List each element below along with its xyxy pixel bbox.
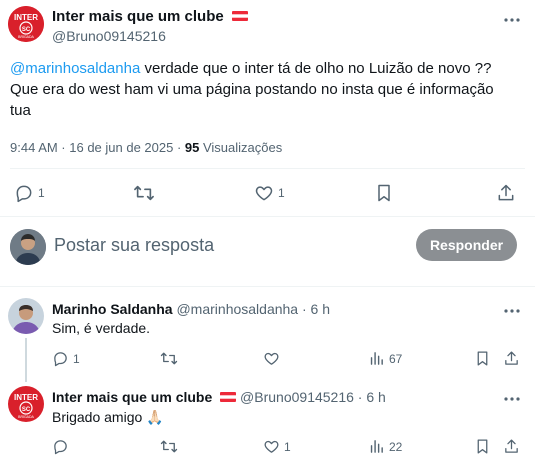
author-avatar[interactable]: INTER SC BRIGADA <box>8 6 44 42</box>
reply-icon <box>14 183 34 203</box>
mention-link[interactable]: @marinhosaldanha <box>10 60 140 77</box>
divider <box>0 216 535 217</box>
reply-input[interactable]: Postar sua resposta <box>54 235 394 256</box>
user-avatar[interactable] <box>10 229 46 265</box>
reply-count: 1 <box>73 351 80 366</box>
thread-line <box>25 338 27 382</box>
reply-author-handle[interactable]: @Bruno09145216 · 6 h <box>240 389 386 405</box>
heart-icon <box>254 183 274 203</box>
svg-text:INTER: INTER <box>14 393 38 402</box>
bookmark-icon[interactable] <box>474 438 491 455</box>
reply-button[interactable]: Responder <box>416 229 517 261</box>
repost-icon[interactable] <box>160 438 178 455</box>
reply-author-name[interactable]: Marinho Saldanha <box>52 301 173 317</box>
divider <box>0 286 535 287</box>
author-name[interactable]: Inter mais que um clube <box>52 8 248 25</box>
reply-action[interactable]: 1 <box>14 183 45 203</box>
svg-text:BRIGADA: BRIGADA <box>18 35 34 39</box>
bookmark-icon[interactable] <box>374 183 394 203</box>
repost-icon[interactable] <box>160 350 178 367</box>
svg-text:BRIGADA: BRIGADA <box>18 415 34 419</box>
heart-icon <box>263 438 280 455</box>
svg-text:SC: SC <box>22 407 31 413</box>
author-handle[interactable]: @Bruno09145216 <box>52 28 166 44</box>
reply-text: Sim, é verdade. <box>52 320 151 336</box>
timestamp[interactable]: 9:44 AM · 16 de jun de 2025 · <box>10 140 185 155</box>
reply-author-handle[interactable]: @marinhosaldanha · 6 h <box>176 301 330 317</box>
repost-icon[interactable] <box>133 183 155 203</box>
more-options-icon[interactable] <box>502 301 522 321</box>
analytics-icon <box>368 438 385 455</box>
share-icon[interactable] <box>503 438 520 455</box>
svg-text:SC: SC <box>22 27 31 33</box>
reply-text: Brigado amigo 🙏🏻 <box>52 409 164 425</box>
post-metadata: 9:44 AM · 16 de jun de 2025 · 95 Visuali… <box>10 140 282 155</box>
reply-avatar[interactable] <box>8 298 44 334</box>
reply-action[interactable]: 1 <box>52 350 80 367</box>
reply-author-name[interactable]: Inter mais que um clube <box>52 389 212 405</box>
like-action[interactable]: 1 <box>263 438 291 455</box>
heart-icon[interactable] <box>263 350 280 367</box>
more-options-icon[interactable] <box>502 389 522 409</box>
divider <box>10 168 525 169</box>
views-count: 22 <box>389 439 403 454</box>
austria-flag-icon <box>220 389 237 402</box>
more-options-icon[interactable] <box>502 10 522 30</box>
analytics-icon <box>368 350 385 367</box>
like-action[interactable]: 1 <box>254 183 285 203</box>
share-icon[interactable] <box>503 350 520 367</box>
austria-flag-icon <box>231 8 248 21</box>
views-action[interactable]: 22 <box>368 438 402 455</box>
post-text: @marinhosaldanha verdade que o inter tá … <box>10 60 494 119</box>
svg-text:INTER: INTER <box>14 13 38 22</box>
reply-avatar[interactable]: INTER SC BRIGADA <box>8 386 44 422</box>
reply-icon <box>52 350 69 367</box>
reply-header: Marinho Saldanha @marinhosaldanha · 6 h <box>52 301 330 317</box>
views-count: 67 <box>389 351 403 366</box>
views-action[interactable]: 67 <box>368 350 402 367</box>
reply-count: 1 <box>38 186 45 200</box>
like-count: 1 <box>284 439 291 454</box>
reply-icon[interactable] <box>52 438 69 455</box>
views-label: Visualizações <box>199 140 283 155</box>
bookmark-icon[interactable] <box>474 350 491 367</box>
share-icon[interactable] <box>496 183 516 203</box>
views-count: 95 <box>184 140 200 155</box>
like-count: 1 <box>278 186 285 200</box>
reply-header: Inter mais que um clube @Bruno09145216 ·… <box>52 389 386 405</box>
